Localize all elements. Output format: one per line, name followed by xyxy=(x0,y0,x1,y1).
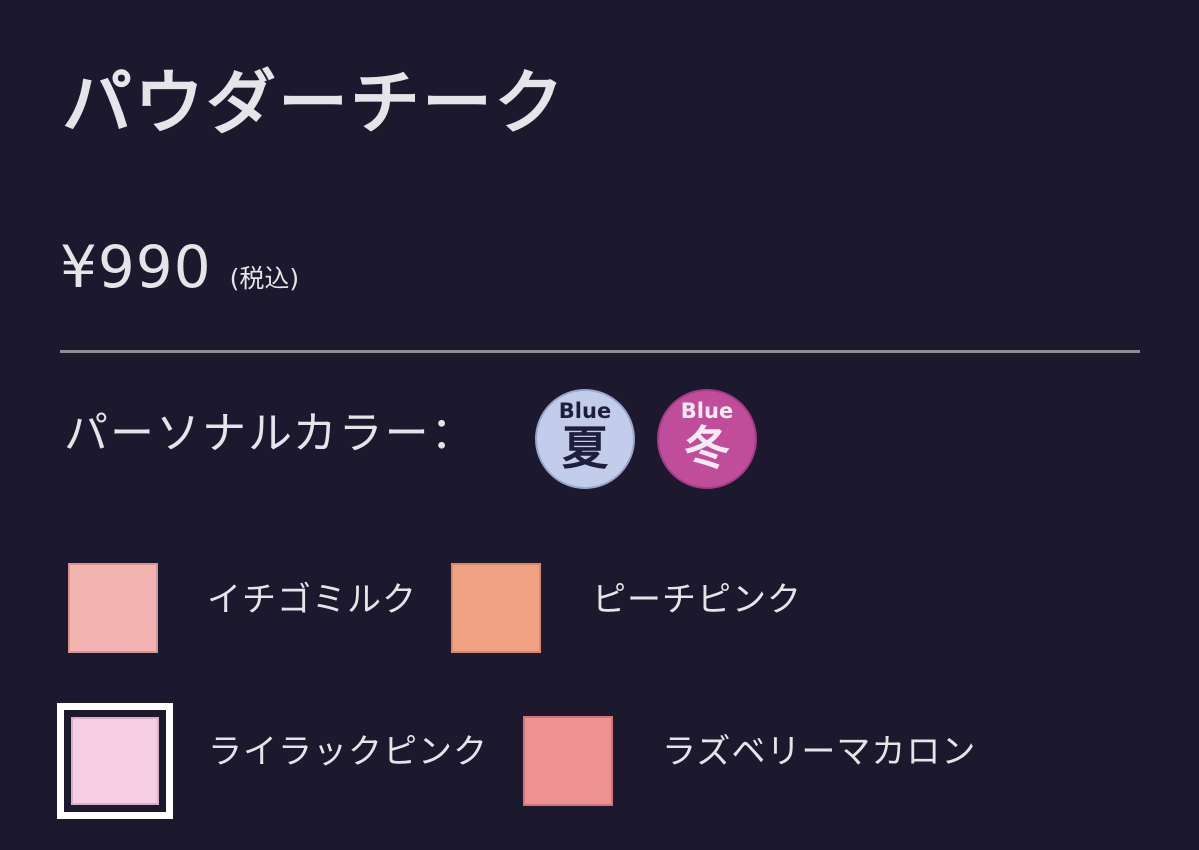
swatch-label: ピーチピンク xyxy=(592,580,802,620)
swatch-label: ラズベリーマカロン xyxy=(662,732,977,772)
badge-season: 冬 xyxy=(684,421,730,475)
personal-color-label: パーソナルカラー： xyxy=(64,408,477,459)
product-title: パウダーチーク xyxy=(62,62,566,144)
color-swatch-ichigo-milk[interactable] xyxy=(68,563,158,653)
price-row: ¥990 (税込) xyxy=(60,238,299,296)
divider xyxy=(60,350,1140,353)
badge-season-type: Blue xyxy=(680,399,734,423)
badge-season-type: Blue xyxy=(558,399,612,423)
badge-season: 夏 xyxy=(562,421,608,475)
personal-color-badge-blue-summer: Blue 夏 xyxy=(535,389,635,489)
color-swatch-lilac-pink-selected[interactable] xyxy=(57,703,173,819)
price: ¥990 xyxy=(60,233,212,301)
tax-note: (税込) xyxy=(229,264,300,293)
personal-color-badge-blue-winter: Blue 冬 xyxy=(657,389,757,489)
color-swatch-lilac-pink xyxy=(71,717,159,805)
swatch-label: ライラックピンク xyxy=(208,732,488,772)
color-swatch-raspberry-macaron[interactable] xyxy=(523,716,613,806)
swatch-label: イチゴミルク xyxy=(207,580,417,620)
color-swatch-peach-pink[interactable] xyxy=(451,563,541,653)
